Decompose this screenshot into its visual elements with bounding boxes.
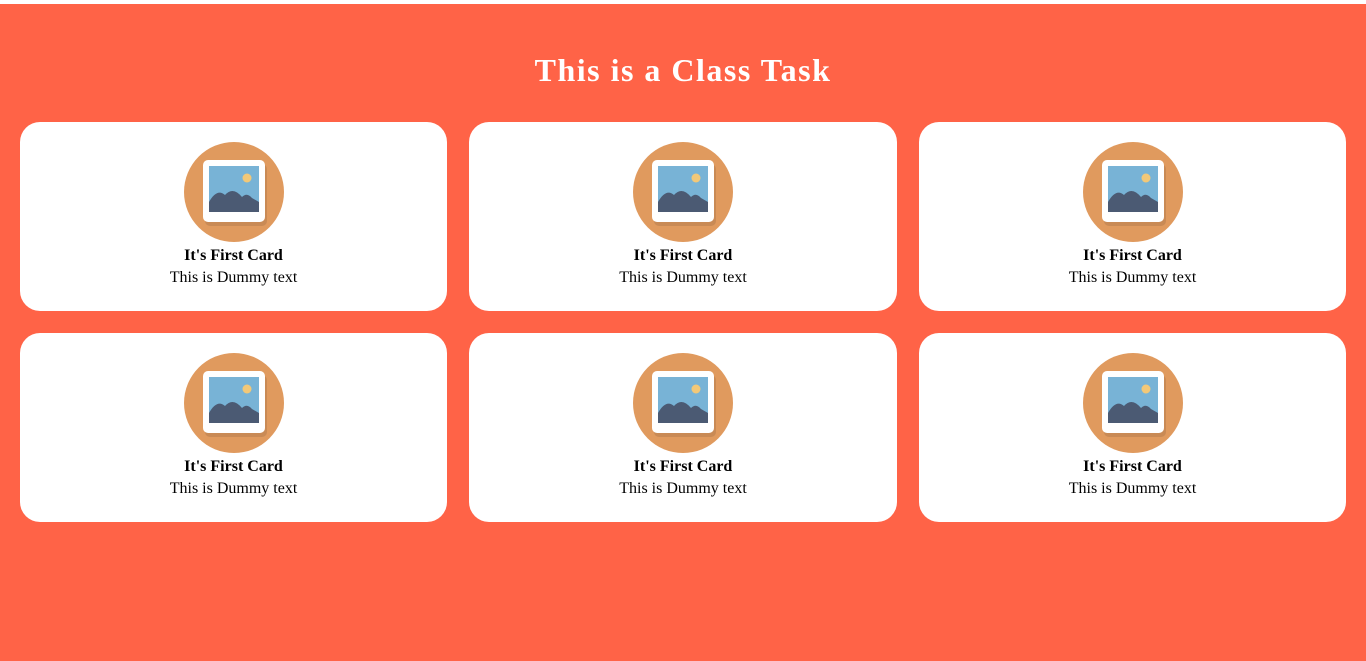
card-title: It's First Card <box>184 247 283 264</box>
card-title: It's First Card <box>1083 458 1182 475</box>
card-grid: It's First Card This is Dummy text It's … <box>20 122 1346 522</box>
card: It's First Card This is Dummy text <box>919 122 1346 311</box>
image-placeholder-icon <box>633 142 733 242</box>
card-title: It's First Card <box>1083 247 1182 264</box>
image-placeholder-icon <box>183 142 284 242</box>
card-title: It's First Card <box>184 458 283 475</box>
image-placeholder-icon <box>633 353 733 453</box>
card-text: This is Dummy text <box>619 480 747 497</box>
image-placeholder-icon <box>1082 142 1183 242</box>
card: It's First Card This is Dummy text <box>469 122 897 311</box>
card-title: It's First Card <box>633 458 733 475</box>
page-title: This is a Class Task <box>534 52 832 88</box>
image-placeholder-icon <box>183 353 284 453</box>
card: It's First Card This is Dummy text <box>20 333 447 522</box>
card-title: It's First Card <box>633 247 733 264</box>
page-background: This is a Class Task It's First Card Thi… <box>0 4 1366 661</box>
card-text: This is Dummy text <box>1068 269 1197 286</box>
card-text: This is Dummy text <box>169 480 298 497</box>
card-text: This is Dummy text <box>169 269 298 286</box>
card-text: This is Dummy text <box>619 269 747 286</box>
image-placeholder-icon <box>1082 353 1183 453</box>
card-text: This is Dummy text <box>1068 480 1197 497</box>
card: It's First Card This is Dummy text <box>20 122 447 311</box>
card: It's First Card This is Dummy text <box>469 333 897 522</box>
card: It's First Card This is Dummy text <box>919 333 1346 522</box>
